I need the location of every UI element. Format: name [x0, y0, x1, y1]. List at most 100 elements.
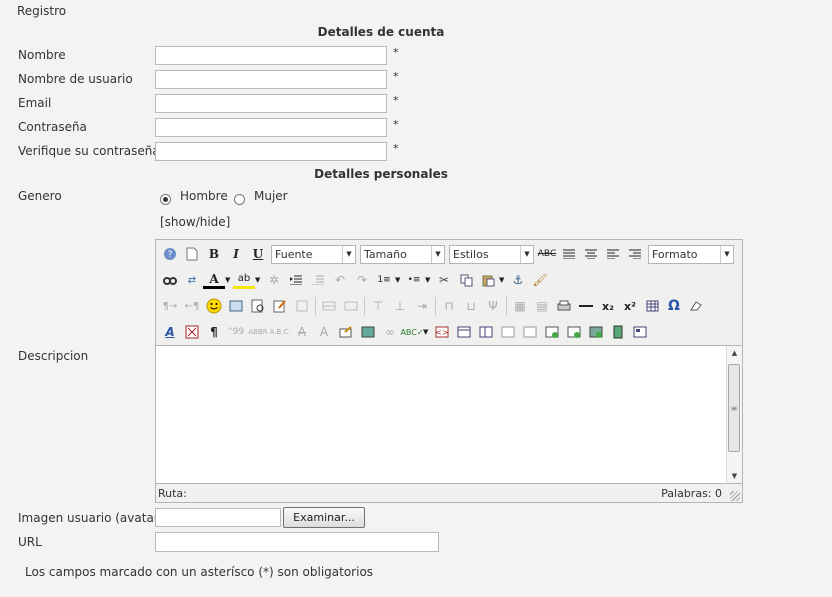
layer-icon[interactable] [453, 321, 475, 343]
delete-row-icon[interactable]: ⊥ [389, 295, 411, 317]
print-icon[interactable] [553, 295, 575, 317]
cut-icon[interactable]: ✂ [433, 269, 455, 291]
attribs-icon[interactable] [335, 321, 357, 343]
editor-content-area[interactable]: ▲ ≡ ▼ [156, 345, 742, 484]
chevron-down-icon[interactable]: ▼ [255, 276, 263, 284]
ordered-list-icon[interactable]: 1≡ [373, 269, 395, 291]
form-icon[interactable] [563, 321, 585, 343]
del-icon[interactable]: A [291, 321, 313, 343]
email-field[interactable] [155, 94, 387, 113]
delete-col-icon[interactable]: ▦ [509, 295, 531, 317]
anchor-icon[interactable]: ⚓ [507, 269, 529, 291]
justify-full-icon[interactable] [558, 243, 580, 265]
replace-icon[interactable]: ⇄ [181, 269, 203, 291]
font-select[interactable]: Fuente ▼ [271, 244, 356, 264]
film-icon[interactable] [629, 321, 651, 343]
radio-hombre[interactable] [160, 194, 171, 205]
special-char-icon[interactable]: Ω [663, 295, 685, 317]
insert-date-icon[interactable] [291, 295, 313, 317]
split-icon[interactable]: ⇥ [411, 295, 433, 317]
verify-password-field[interactable] [155, 142, 387, 161]
emoticon-icon[interactable] [203, 295, 225, 317]
new-document-icon[interactable] [181, 243, 203, 265]
table-icon[interactable] [641, 295, 663, 317]
horizontal-rule-icon[interactable] [575, 295, 597, 317]
table-cell-icon[interactable] [340, 295, 362, 317]
unordered-list-icon[interactable]: •≡ [403, 269, 425, 291]
align-left-icon[interactable] [602, 243, 624, 265]
table-row-icon[interactable] [318, 295, 340, 317]
pilcrow-icon[interactable]: ¶ [203, 321, 225, 343]
subscript-icon[interactable]: x₂ [597, 295, 619, 317]
usuario-field[interactable] [155, 70, 387, 89]
redo-icon[interactable]: ↷ [351, 269, 373, 291]
remove-format-icon[interactable] [685, 295, 707, 317]
browse-button[interactable]: Examinar... [283, 507, 365, 528]
acronym-icon[interactable]: A.B.C. [269, 321, 291, 343]
chevron-down-icon[interactable]: ▼ [423, 328, 431, 336]
template-icon[interactable] [475, 321, 497, 343]
nombre-field[interactable] [155, 46, 387, 65]
undo-icon[interactable]: ↶ [329, 269, 351, 291]
avatar-file-field[interactable] [155, 508, 281, 527]
highlight-color-icon[interactable]: ab [233, 271, 255, 289]
ltr-icon[interactable]: ¶→ [159, 295, 181, 317]
cleanup-icon[interactable]: ✲ [263, 269, 285, 291]
insert-row-icon[interactable]: ⊤ [367, 295, 389, 317]
editor-scrollbar[interactable]: ▲ ≡ ▼ [726, 346, 742, 483]
font-color-icon[interactable]: A [203, 271, 225, 289]
iframe-icon[interactable] [519, 321, 541, 343]
format-painter-icon[interactable]: 🖌 [529, 269, 551, 291]
link-icon[interactable]: ∞ [379, 321, 401, 343]
scroll-thumb[interactable]: ≡ [728, 364, 740, 452]
resize-grip-icon[interactable] [730, 491, 740, 501]
media-icon[interactable] [225, 295, 247, 317]
add-module-icon[interactable] [585, 321, 607, 343]
superscript-icon[interactable]: x² [619, 295, 641, 317]
copy-icon[interactable] [455, 269, 477, 291]
italic-icon[interactable]: I [225, 243, 247, 265]
chevron-down-icon[interactable]: ▼ [395, 276, 403, 284]
underline-icon[interactable]: U [247, 243, 269, 265]
bold-icon[interactable]: B [203, 243, 225, 265]
find-icon[interactable] [159, 269, 181, 291]
scroll-down-icon[interactable]: ▼ [727, 469, 742, 483]
format-select[interactable]: Formato ▼ [648, 244, 734, 264]
abbr-icon[interactable]: ABBR [247, 321, 269, 343]
code-icon[interactable]: <> [431, 321, 453, 343]
table-props-icon[interactable]: ▤ [531, 295, 553, 317]
help-icon[interactable]: ? [159, 243, 181, 265]
merge-icon[interactable]: ⊓ [438, 295, 460, 317]
rtl-icon[interactable]: ←¶ [181, 295, 203, 317]
paste-icon[interactable] [477, 269, 499, 291]
style-props-icon[interactable]: A [159, 321, 181, 343]
align-center-icon[interactable] [580, 243, 602, 265]
size-select[interactable]: Tamaño ▼ [360, 244, 445, 264]
image-icon[interactable] [357, 321, 379, 343]
gallery-icon[interactable] [607, 321, 629, 343]
col-after-icon[interactable]: Ψ [482, 295, 504, 317]
edit-icon[interactable] [269, 295, 291, 317]
chevron-down-icon[interactable]: ▼ [499, 276, 507, 284]
page-break-icon[interactable] [497, 321, 519, 343]
non-breaking-icon[interactable] [181, 321, 203, 343]
url-field[interactable] [155, 532, 439, 552]
outdent-icon[interactable] [285, 269, 307, 291]
chevron-down-icon[interactable]: ▼ [225, 276, 233, 284]
password-field[interactable] [155, 118, 387, 137]
quote-icon[interactable]: “99 [225, 321, 247, 343]
styles-select[interactable]: Estilos ▼ [449, 244, 534, 264]
strikethrough-icon[interactable]: ABC [536, 243, 558, 265]
toolbar-separator [506, 297, 507, 315]
indent-icon[interactable] [307, 269, 329, 291]
readmore-icon[interactable] [541, 321, 563, 343]
scroll-up-icon[interactable]: ▲ [727, 346, 742, 360]
spellcheck-icon[interactable]: ABC✓ [400, 321, 423, 343]
align-right-icon[interactable] [624, 243, 646, 265]
chevron-down-icon[interactable]: ▼ [425, 276, 433, 284]
show-hide-link[interactable]: [show/hide] [160, 215, 230, 229]
ins-icon[interactable]: A [313, 321, 335, 343]
preview-icon[interactable] [247, 295, 269, 317]
col-before-icon[interactable]: ⊔ [460, 295, 482, 317]
radio-mujer[interactable] [234, 194, 245, 205]
